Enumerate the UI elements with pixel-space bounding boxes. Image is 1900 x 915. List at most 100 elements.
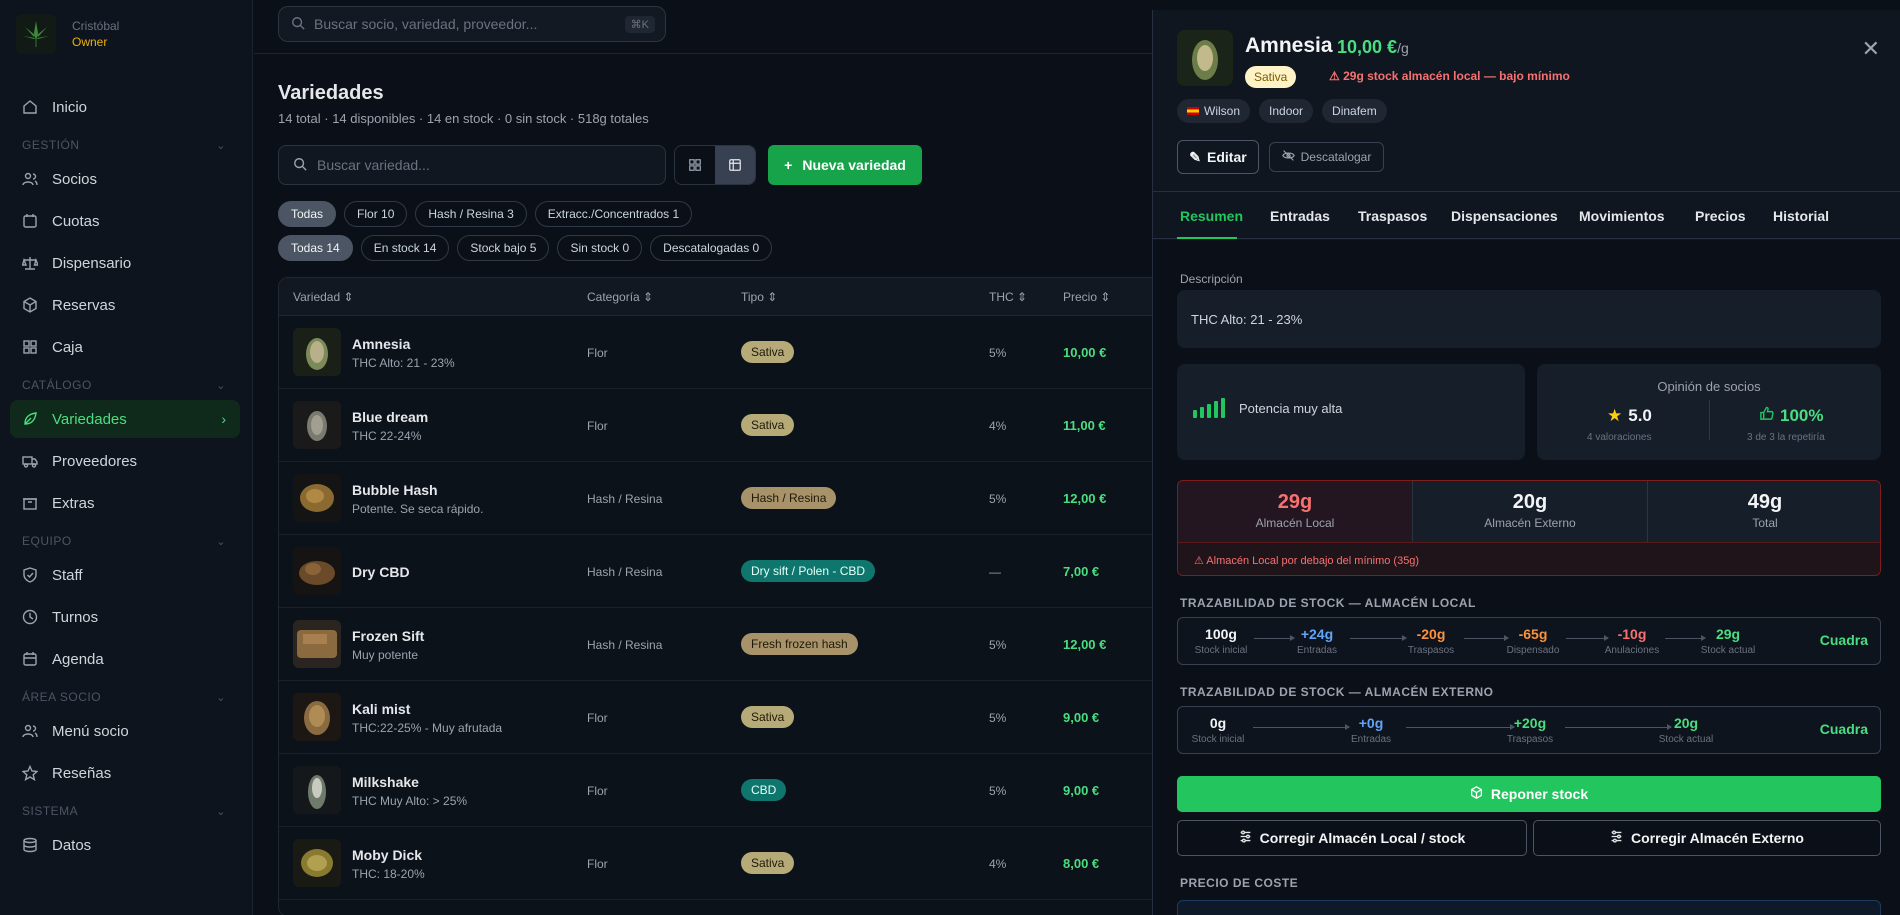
chevron-right-icon: › bbox=[221, 411, 226, 427]
variety-category: Hash / Resina bbox=[587, 638, 663, 652]
column-header-categoria[interactable]: Categoría ⇕ bbox=[587, 290, 653, 304]
filter-chip[interactable]: Stock bajo 5 bbox=[457, 235, 550, 261]
box-icon bbox=[22, 495, 38, 511]
variety-thumbnail bbox=[293, 328, 341, 376]
filter-chip[interactable]: Todas 14 bbox=[278, 235, 353, 261]
sidebar-item-staff[interactable]: Staff bbox=[10, 556, 240, 594]
filter-chip[interactable]: Extracc./Concentrados 1 bbox=[534, 201, 693, 227]
tab-historial[interactable]: Historial bbox=[1773, 208, 1829, 224]
nav-section-gestion[interactable]: GESTIÓN ⌄ bbox=[10, 130, 240, 160]
table-row[interactable]: Milkshake THC Muy Alto: > 25% Flor CBD 5… bbox=[279, 754, 1177, 827]
table-row[interactable]: Blue dream THC 22-24% Flor Sativa 4% 11,… bbox=[279, 389, 1177, 462]
table-row[interactable]: Moby Dick THC: 18-20% Flor Sativa 4% 8,0… bbox=[279, 827, 1177, 900]
column-header-thc[interactable]: THC ⇕ bbox=[989, 290, 1027, 304]
restock-button[interactable]: Reponer stock bbox=[1177, 776, 1881, 812]
global-search-input[interactable]: Buscar socio, variedad, proveedor... ⌘K bbox=[278, 6, 666, 42]
sidebar-item-label: Staff bbox=[52, 566, 83, 584]
nav-section-sistema[interactable]: SISTEMA ⌄ bbox=[10, 796, 240, 826]
leaf-icon bbox=[22, 411, 38, 427]
variety-desc: Potente. Se seca rápido. bbox=[352, 502, 484, 516]
variety-thumbnail bbox=[293, 620, 341, 668]
description-card: THC Alto: 21 - 23% bbox=[1177, 290, 1881, 348]
sidebar-item-proveedores[interactable]: Proveedores bbox=[10, 442, 240, 480]
column-header-precio[interactable]: Precio ⇕ bbox=[1063, 290, 1110, 304]
variety-search-placeholder: Buscar variedad... bbox=[317, 157, 430, 173]
nav-section-equipo[interactable]: EQUIPO ⌄ bbox=[10, 526, 240, 556]
table-view-button[interactable] bbox=[715, 146, 755, 184]
shield-icon bbox=[22, 567, 38, 583]
varieties-table: Variedad ⇕ Categoría ⇕ Tipo ⇕ THC ⇕ Prec… bbox=[278, 277, 1178, 915]
variety-category: Hash / Resina bbox=[587, 492, 663, 506]
table-row[interactable]: Frozen Sift Muy potente Hash / Resina Fr… bbox=[279, 608, 1177, 681]
table-row[interactable]: Dry CBD Hash / Resina Dry sift / Polen -… bbox=[279, 535, 1177, 608]
calendar-icon bbox=[22, 651, 38, 667]
sliders-icon bbox=[1610, 830, 1623, 846]
sidebar-item-cuotas[interactable]: Cuotas bbox=[10, 202, 240, 240]
potency-bars-icon bbox=[1193, 398, 1225, 418]
sidebar-item-socios[interactable]: Socios bbox=[10, 160, 240, 198]
variety-price: 12,00 € bbox=[1063, 491, 1107, 506]
column-header-variedad[interactable]: Variedad ⇕ bbox=[293, 290, 354, 304]
correct-external-button[interactable]: Corregir Almacén Externo bbox=[1533, 820, 1881, 856]
repeat-sub: 3 de 3 la repetiría bbox=[1747, 432, 1825, 443]
sidebar-item-menu-socio[interactable]: Menú socio bbox=[10, 712, 240, 750]
filter-chip[interactable]: Hash / Resina 3 bbox=[415, 201, 527, 227]
stock-filters: Todas 14 En stock 14 Stock bajo 5 Sin st… bbox=[278, 235, 773, 261]
clock-icon bbox=[22, 609, 38, 625]
table-row[interactable]: Bubble Hash Potente. Se seca rápido. Has… bbox=[279, 462, 1177, 535]
tab-resumen[interactable]: Resumen bbox=[1180, 208, 1243, 224]
sidebar-item-turnos[interactable]: Turnos bbox=[10, 598, 240, 636]
trace-label: Entradas bbox=[1296, 645, 1338, 656]
tab-entradas[interactable]: Entradas bbox=[1270, 208, 1330, 224]
trace-label: Stock inicial bbox=[1194, 645, 1248, 656]
variety-name: Bubble Hash bbox=[352, 482, 438, 498]
database-icon bbox=[22, 837, 38, 853]
package-icon bbox=[22, 297, 38, 313]
description-text: THC Alto: 21 - 23% bbox=[1191, 312, 1303, 327]
users-icon bbox=[22, 723, 38, 739]
stock-total-cell: 49g Total bbox=[1647, 481, 1880, 542]
table-row[interactable]: Kali mist THC:22-25% - Muy afrutada Flor… bbox=[279, 681, 1177, 754]
column-header-tipo[interactable]: Tipo ⇕ bbox=[741, 290, 777, 304]
filter-chip[interactable]: En stock 14 bbox=[360, 235, 450, 261]
variety-tags: Wilson Indoor Dinafem bbox=[1177, 99, 1387, 123]
sidebar-item-datos[interactable]: Datos bbox=[10, 826, 240, 864]
active-tab-indicator bbox=[1177, 237, 1237, 239]
sidebar-item-extras[interactable]: Extras bbox=[10, 484, 240, 522]
nav-section-catalogo[interactable]: CATÁLOGO ⌄ bbox=[10, 370, 240, 400]
sidebar-item-agenda[interactable]: Agenda bbox=[10, 640, 240, 678]
close-icon[interactable]: ✕ bbox=[1862, 36, 1880, 62]
sidebar-item-variedades[interactable]: Variedades › bbox=[10, 400, 240, 438]
sidebar-item-caja[interactable]: Caja bbox=[10, 328, 240, 366]
column-label: THC bbox=[989, 290, 1014, 304]
tab-movimientos[interactable]: Movimientos bbox=[1579, 208, 1665, 224]
tab-dispensaciones[interactable]: Dispensaciones bbox=[1451, 208, 1558, 224]
grid-view-button[interactable] bbox=[675, 146, 715, 184]
variety-thumbnail bbox=[293, 693, 341, 741]
trace-value: +20g bbox=[1513, 715, 1547, 731]
tab-precios[interactable]: Precios bbox=[1695, 208, 1746, 224]
variety-search-input[interactable]: Buscar variedad... bbox=[278, 145, 666, 185]
divider bbox=[1709, 400, 1710, 440]
new-variety-button[interactable]: + Nueva variedad bbox=[768, 145, 922, 185]
sidebar-item-inicio[interactable]: Inicio bbox=[10, 88, 240, 126]
discontinue-button[interactable]: Descatalogar bbox=[1269, 142, 1384, 172]
sidebar-item-resenas[interactable]: Reseñas bbox=[10, 754, 240, 792]
variety-thc: 5% bbox=[989, 711, 1007, 725]
sidebar-item-label: Caja bbox=[52, 338, 83, 356]
truck-icon bbox=[22, 453, 38, 469]
filter-chip[interactable]: Sin stock 0 bbox=[557, 235, 643, 261]
nav-section-area-socio[interactable]: ÁREA SOCIO ⌄ bbox=[10, 682, 240, 712]
filter-chip[interactable]: Flor 10 bbox=[344, 201, 408, 227]
table-row[interactable]: Amnesia THC Alto: 21 - 23% Flor Sativa 5… bbox=[279, 316, 1177, 389]
filter-chip[interactable]: Descatalogadas 0 bbox=[650, 235, 773, 261]
trace-value: 20g bbox=[1673, 715, 1699, 731]
restock-label: Reponer stock bbox=[1490, 786, 1589, 802]
tab-traspasos[interactable]: Traspasos bbox=[1358, 208, 1427, 224]
variety-name: Blue dream bbox=[352, 409, 429, 425]
edit-button[interactable]: ✎ Editar bbox=[1177, 140, 1259, 174]
sidebar-item-reservas[interactable]: Reservas bbox=[10, 286, 240, 324]
filter-chip[interactable]: Todas bbox=[278, 201, 337, 227]
sidebar-item-dispensario[interactable]: Dispensario bbox=[10, 244, 240, 282]
correct-local-button[interactable]: Corregir Almacén Local / stock bbox=[1177, 820, 1527, 856]
